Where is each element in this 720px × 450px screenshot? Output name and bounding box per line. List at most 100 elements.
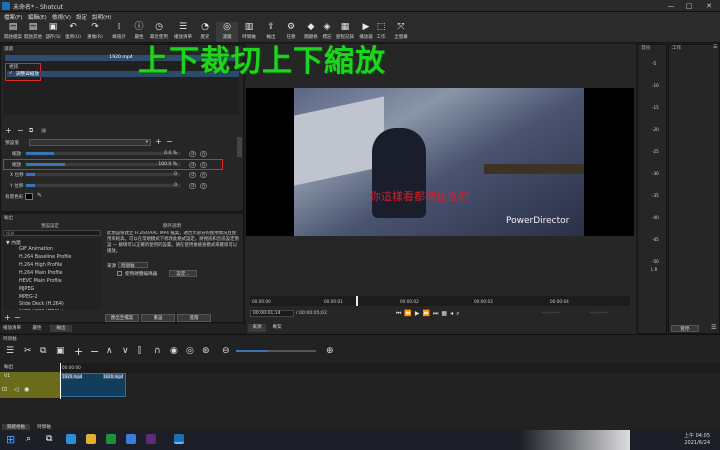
track-header-v1[interactable]: V1 ⊡ ◁ ◉ — [0, 372, 60, 398]
split-icon[interactable]: ⫿ — [138, 346, 141, 356]
preset-item[interactable]: Slide Deck (H.264) — [19, 302, 64, 307]
filter-scrollbar[interactable] — [237, 137, 242, 157]
export-file-button[interactable]: 匯出至檔案 — [105, 314, 139, 322]
copy-filter-icon[interactable]: ⧉ — [29, 127, 33, 135]
add-preset-icon[interactable]: + — [4, 313, 11, 322]
tab-properties[interactable]: 屬性 — [26, 325, 48, 332]
mute-icon[interactable]: ◁ — [14, 386, 19, 393]
config-button[interactable]: 設定... — [169, 270, 197, 277]
eyedropper-icon[interactable]: ✎ — [37, 192, 42, 199]
overwrite-icon[interactable]: ∨ — [122, 346, 129, 356]
menu-file[interactable]: 檔案(F) — [4, 13, 22, 21]
rewind-icon[interactable]: ⏪ — [404, 310, 414, 317]
toolbar-redo[interactable]: ↷ 重做(R) — [84, 22, 106, 42]
preset-item[interactable]: HEVC Main Profile — [19, 279, 62, 284]
explorer-icon[interactable] — [86, 434, 96, 444]
paste-icon[interactable]: ▣ — [56, 346, 65, 356]
preset-item[interactable]: H.264 Baseline Profile — [19, 255, 72, 260]
zoom-icon[interactable]: ⌕ — [456, 310, 462, 317]
from-select[interactable]: 時間軸 — [118, 262, 148, 269]
keyframe-icon[interactable]: ◷ — [200, 172, 207, 178]
keyframe-icon[interactable]: ◷ — [200, 183, 207, 189]
reset-button[interactable]: 重設 — [141, 314, 175, 322]
ripple-all-icon[interactable]: ⊛ — [202, 346, 210, 356]
cut-icon[interactable]: ✂ — [24, 346, 32, 356]
menu-help[interactable]: 說明(H) — [92, 13, 111, 21]
toolbar-open-other[interactable]: ▤ 開啟其他 — [22, 22, 44, 42]
zoom-out-icon[interactable]: ⊖ — [222, 346, 230, 356]
hw-encoder-checkbox[interactable] — [117, 271, 122, 276]
playhead[interactable] — [356, 296, 359, 306]
jobs-menu-icon[interactable]: ☰ — [711, 324, 716, 331]
preset-item[interactable]: GIF Animation — [19, 247, 53, 252]
word-icon[interactable] — [126, 434, 136, 444]
grid-icon[interactable]: ▦ — [441, 310, 450, 317]
toolbar-save[interactable]: ▣ 儲存(S) — [42, 22, 64, 42]
menu-edit[interactable]: 編輯(E) — [28, 13, 47, 21]
close-button[interactable]: ✕ — [702, 1, 716, 11]
timeline-clip[interactable]: 1920.mp4 1920.mp4 — [60, 373, 126, 397]
preset-item[interactable]: Slide Deck (HEVC) — [19, 309, 63, 310]
tab-export[interactable]: 輸出 — [50, 325, 72, 332]
preset-item[interactable]: H.264 Main Profile — [19, 271, 63, 276]
zoom-in-icon[interactable]: ⊕ — [326, 346, 334, 356]
app-icon[interactable] — [146, 434, 156, 444]
preset-item[interactable]: MPEG-2 — [19, 295, 38, 300]
keyframe-icon[interactable]: ◷ — [200, 151, 207, 157]
tab-playlist[interactable]: 播放清單 — [0, 325, 24, 332]
preset-item[interactable]: H.264 High Profile — [19, 263, 62, 268]
keyframe-icon[interactable]: ◷ — [200, 162, 207, 168]
minimize-button[interactable]: — — [664, 1, 678, 11]
preset-search-input[interactable]: 搜尋 — [3, 230, 101, 236]
preset-item[interactable]: MJPEG — [19, 287, 34, 292]
fast-forward-icon[interactable]: ⏩ — [423, 310, 433, 317]
jobs-menu-icon[interactable]: ☰ — [713, 44, 717, 50]
reset-icon[interactable]: ↺ — [189, 172, 196, 178]
delete-preset-icon[interactable]: − — [166, 137, 173, 146]
bg-color-swatch[interactable] — [25, 193, 33, 200]
reset-icon[interactable]: ↺ — [189, 151, 196, 157]
zoom-slider[interactable] — [236, 350, 316, 352]
preset-root[interactable]: ▼ 內建 — [6, 239, 21, 246]
windows-start-icon[interactable]: ⊞ — [6, 433, 15, 446]
remove-preset-icon[interactable]: − — [14, 313, 21, 322]
remove-icon[interactable]: − — [90, 345, 99, 358]
excel-icon[interactable] — [106, 434, 116, 444]
maximize-button[interactable]: □ — [682, 1, 696, 11]
menu-view[interactable]: 檢視(V) — [52, 13, 71, 21]
toolbar-peak-meter[interactable]: ⁞ 峰值計 — [108, 22, 130, 42]
reset-icon[interactable]: ↺ — [189, 183, 196, 189]
task-view-icon[interactable]: ⧉ — [46, 434, 52, 444]
scrub-icon[interactable]: ◉ — [170, 346, 178, 356]
eye-icon[interactable]: ◉ — [24, 386, 29, 393]
menu-settings[interactable]: 設定 — [76, 13, 87, 21]
play-icon[interactable]: ▶ — [415, 310, 423, 317]
position-field[interactable]: 00:00:01;14 — [250, 310, 294, 317]
lock-icon[interactable]: ⊡ — [2, 386, 7, 393]
preset-select[interactable]: ▾ — [29, 139, 151, 146]
timeline-ruler[interactable]: 00:00:00 — [60, 363, 720, 373]
advanced-button[interactable]: 進階 — [177, 314, 211, 322]
snap-icon[interactable]: ∩ — [154, 346, 161, 356]
add-filter-icon[interactable]: + — [5, 126, 12, 135]
timeline-menu-icon[interactable]: ☰ — [6, 346, 14, 356]
paste-filter-icon[interactable]: ▣ — [41, 127, 47, 134]
tab-project[interactable]: 專案 — [268, 324, 286, 332]
pause-jobs-button[interactable]: 暫停 — [671, 325, 699, 332]
toolbar-undo[interactable]: ↶ 復原(U) — [62, 22, 84, 42]
search-icon[interactable]: ⌕ — [26, 434, 31, 444]
lift-icon[interactable]: ∧ — [106, 346, 113, 356]
toolbar-fullscreen[interactable]: ⤧ 全螢幕 — [390, 22, 412, 42]
edge-icon[interactable] — [66, 434, 76, 444]
append-icon[interactable]: + — [74, 345, 83, 358]
tab-source[interactable]: 來源 — [248, 324, 266, 332]
shotcut-taskbar-icon[interactable] — [174, 434, 184, 444]
copy-icon[interactable]: ⧉ — [40, 346, 46, 356]
timeline-playhead[interactable] — [60, 363, 61, 399]
time-ruler[interactable]: 00:00:00 00:00:01 00:00:02 00:00:03 00:0… — [250, 296, 630, 306]
ripple-icon[interactable]: ◎ — [186, 346, 194, 356]
remove-filter-icon[interactable]: − — [17, 126, 24, 135]
save-preset-icon[interactable]: + — [155, 137, 162, 146]
reset-icon[interactable]: ↺ — [189, 162, 196, 168]
toolbar-open-file[interactable]: ▤ 開啟檔案 — [2, 22, 24, 42]
